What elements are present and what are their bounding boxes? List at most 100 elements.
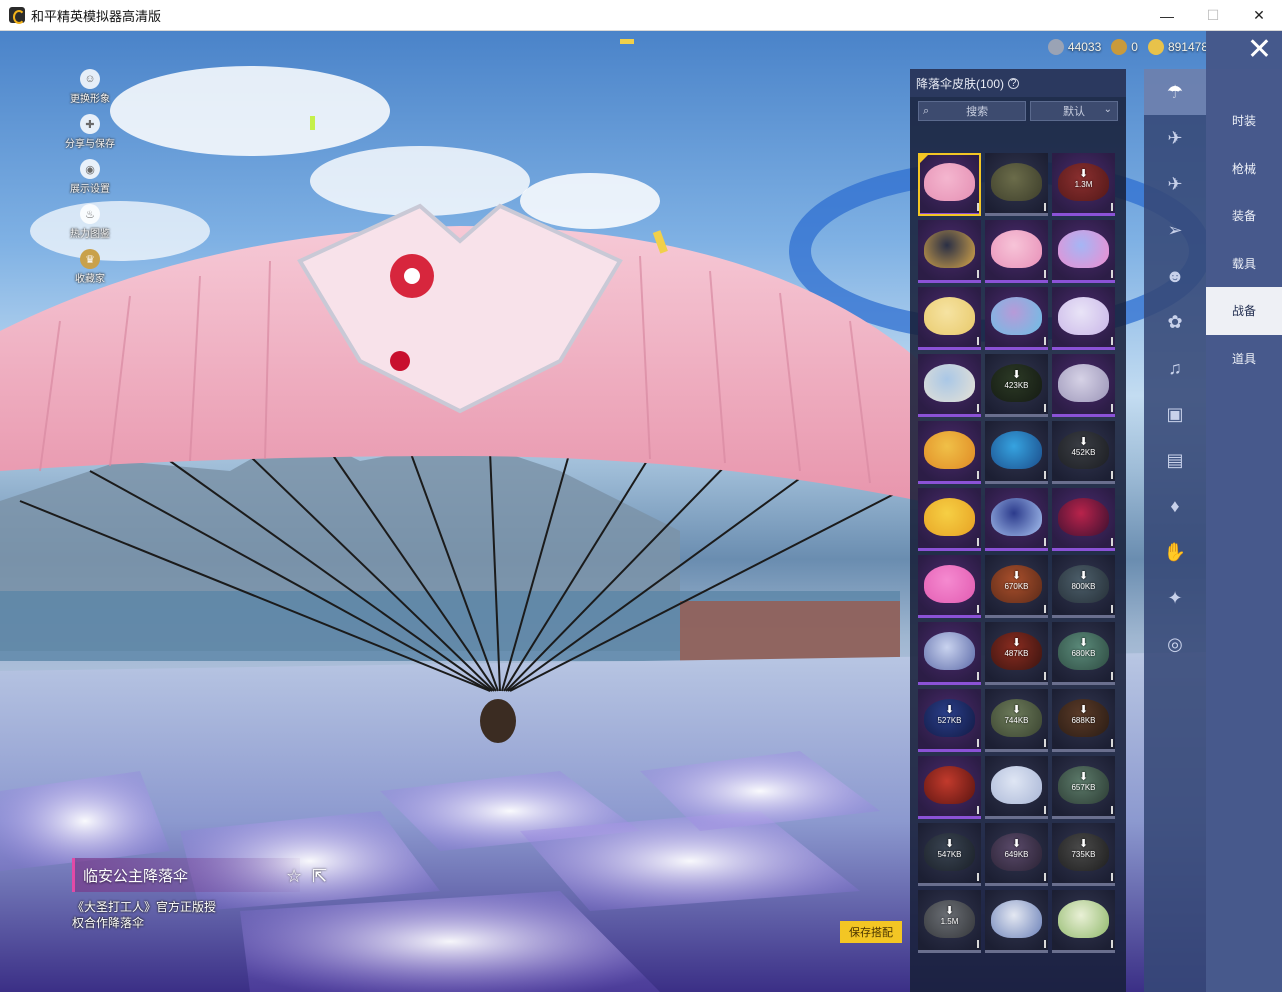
cloud — [110, 66, 390, 156]
skin-cell[interactable]: ⬇ 1.5M — [918, 890, 981, 953]
download-size: 423KB — [1004, 381, 1029, 390]
download-size: 452KB — [1071, 448, 1096, 457]
photo-icon[interactable]: ▤ — [1144, 437, 1206, 483]
maximize-button[interactable]: ☐ — [1190, 0, 1236, 31]
search-placeholder: 搜索 — [966, 106, 989, 118]
tool-collector[interactable]: ♛ 收藏家 — [62, 249, 118, 285]
quality-tick — [1111, 940, 1113, 948]
download-indicator: ⬇ 688KB — [1052, 705, 1115, 726]
jumper — [480, 699, 516, 743]
skin-cell[interactable]: ⬇ 452KB — [1052, 421, 1115, 484]
category-tabs: 时装 枪械 装备 载具 战备 道具 — [1206, 69, 1282, 992]
chevron-down-icon: ⌄ — [1103, 104, 1112, 115]
download-size: 547KB — [937, 850, 962, 859]
skin-cell[interactable] — [918, 622, 981, 685]
tool-display-settings[interactable]: ◉ 展示设置 — [62, 159, 118, 195]
category-tab[interactable]: 载具 — [1206, 240, 1282, 288]
download-indicator: ⬇ 527KB — [918, 705, 981, 726]
quality-tick — [977, 873, 979, 881]
category-tab[interactable]: 道具 — [1206, 335, 1282, 383]
skin-cell[interactable] — [1052, 890, 1115, 953]
category-tab[interactable]: 战备 — [1206, 287, 1282, 335]
skin-cell[interactable] — [918, 220, 981, 283]
download-indicator: ⬇ 800KB — [1052, 571, 1115, 592]
sort-value: 默认 — [1063, 106, 1085, 118]
skin-cell[interactable]: ⬇ 688KB — [1052, 689, 1115, 752]
sound-icon[interactable]: ♫ — [1144, 345, 1206, 391]
skin-cell[interactable]: ⬇ 800KB — [1052, 555, 1115, 618]
skin-cell[interactable] — [985, 488, 1048, 551]
skin-cell[interactable]: ⬇ 735KB — [1052, 823, 1115, 886]
close-icon[interactable]: ✕ — [1206, 31, 1282, 69]
skin-cell[interactable] — [918, 153, 981, 216]
skin-cell[interactable] — [985, 287, 1048, 350]
window-title: 和平精英模拟器高清版 — [31, 8, 162, 24]
search-input[interactable]: ⌕ 搜索 — [918, 101, 1026, 121]
quality-tick — [1111, 806, 1113, 814]
share-icon[interactable]: ⇱ — [312, 866, 327, 887]
quality-tick — [1111, 605, 1113, 613]
item-name-box: 临安公主降落伞 — [72, 858, 300, 892]
parachute-thumbnail — [1058, 364, 1109, 402]
skin-cell[interactable] — [985, 756, 1048, 819]
plane-icon[interactable]: ✈ — [1144, 161, 1206, 207]
quality-tick — [1044, 806, 1046, 814]
quality-tick — [977, 404, 979, 412]
skin-cell[interactable] — [985, 220, 1048, 283]
skin-cell[interactable]: ⬇ 527KB — [918, 689, 981, 752]
skin-cell[interactable] — [918, 354, 981, 417]
skin-cell[interactable] — [985, 421, 1048, 484]
category-tab[interactable]: 枪械 — [1206, 145, 1282, 193]
skin-cell[interactable]: ⬇ 547KB — [918, 823, 981, 886]
emote-icon[interactable]: ☻ — [1144, 253, 1206, 299]
skin-cell[interactable] — [1052, 220, 1115, 283]
sort-dropdown[interactable]: 默认 ⌄ — [1030, 101, 1118, 121]
quality-tick — [1111, 404, 1113, 412]
save-outfit-button[interactable]: 保存搭配 — [840, 921, 902, 943]
skin-cell[interactable]: ⬇ 487KB — [985, 622, 1048, 685]
glider-icon[interactable]: ✈ — [1144, 115, 1206, 161]
extinguisher-icon[interactable]: ♦ — [1144, 483, 1206, 529]
skin-cell[interactable] — [918, 756, 981, 819]
card-icon[interactable]: ▣ — [1144, 391, 1206, 437]
minimize-button[interactable]: — — [1144, 0, 1190, 31]
skin-cell[interactable] — [985, 153, 1048, 216]
tool-change-look[interactable]: ☺ 更换形象 — [62, 69, 118, 105]
skin-cell[interactable] — [1052, 488, 1115, 551]
quality-tick — [1044, 203, 1046, 211]
companion-icon[interactable]: ✿ — [1144, 299, 1206, 345]
star-icon[interactable]: ☆ — [286, 866, 302, 887]
download-icon: ⬇ — [944, 905, 955, 917]
skin-cell[interactable] — [985, 890, 1048, 953]
skin-cell[interactable] — [918, 488, 981, 551]
hand-icon[interactable]: ✋ — [1144, 529, 1206, 575]
tool-heat-gallery[interactable]: ♨ 热力图鉴 — [62, 204, 118, 240]
skin-cell[interactable] — [918, 555, 981, 618]
planet-icon[interactable]: ◎ — [1144, 621, 1206, 667]
parachute-thumbnail — [924, 431, 975, 469]
quality-tick — [1044, 337, 1046, 345]
jet-icon[interactable]: ➢ — [1144, 207, 1206, 253]
quality-tick — [977, 471, 979, 479]
skin-cell[interactable]: ⬇ 649KB — [985, 823, 1048, 886]
parachute-icon[interactable]: ☂ — [1144, 69, 1206, 115]
skin-cell[interactable]: ⬇ 744KB — [985, 689, 1048, 752]
skin-cell[interactable]: ⬇ 670KB — [985, 555, 1048, 618]
skin-cell[interactable]: ⬇ 1.3M — [1052, 153, 1115, 216]
category-tab[interactable]: 装备 — [1206, 192, 1282, 240]
tool-share-save[interactable]: ✚ 分享与保存 — [62, 114, 118, 150]
badge-icon: ♛ — [80, 249, 100, 269]
skin-panel: 降落伞皮肤(100) ? ⌕ 搜索 默认 ⌄ ⬇ 1.3M ⬇ 423KB ⬇ 452KB… — [910, 69, 1126, 992]
skin-cell[interactable] — [1052, 354, 1115, 417]
category-tab[interactable]: 时装 — [1206, 97, 1282, 145]
skin-cell[interactable]: ⬇ 680KB — [1052, 622, 1115, 685]
parachute-thumbnail — [991, 498, 1042, 536]
help-icon[interactable]: ? — [1008, 77, 1020, 89]
skin-cell[interactable] — [918, 421, 981, 484]
skin-cell[interactable] — [918, 287, 981, 350]
close-window-button[interactable]: ✕ — [1236, 0, 1282, 31]
skin-cell[interactable]: ⬇ 423KB — [985, 354, 1048, 417]
wand-icon[interactable]: ✦ — [1144, 575, 1206, 621]
skin-cell[interactable] — [1052, 287, 1115, 350]
skin-cell[interactable]: ⬇ 657KB — [1052, 756, 1115, 819]
